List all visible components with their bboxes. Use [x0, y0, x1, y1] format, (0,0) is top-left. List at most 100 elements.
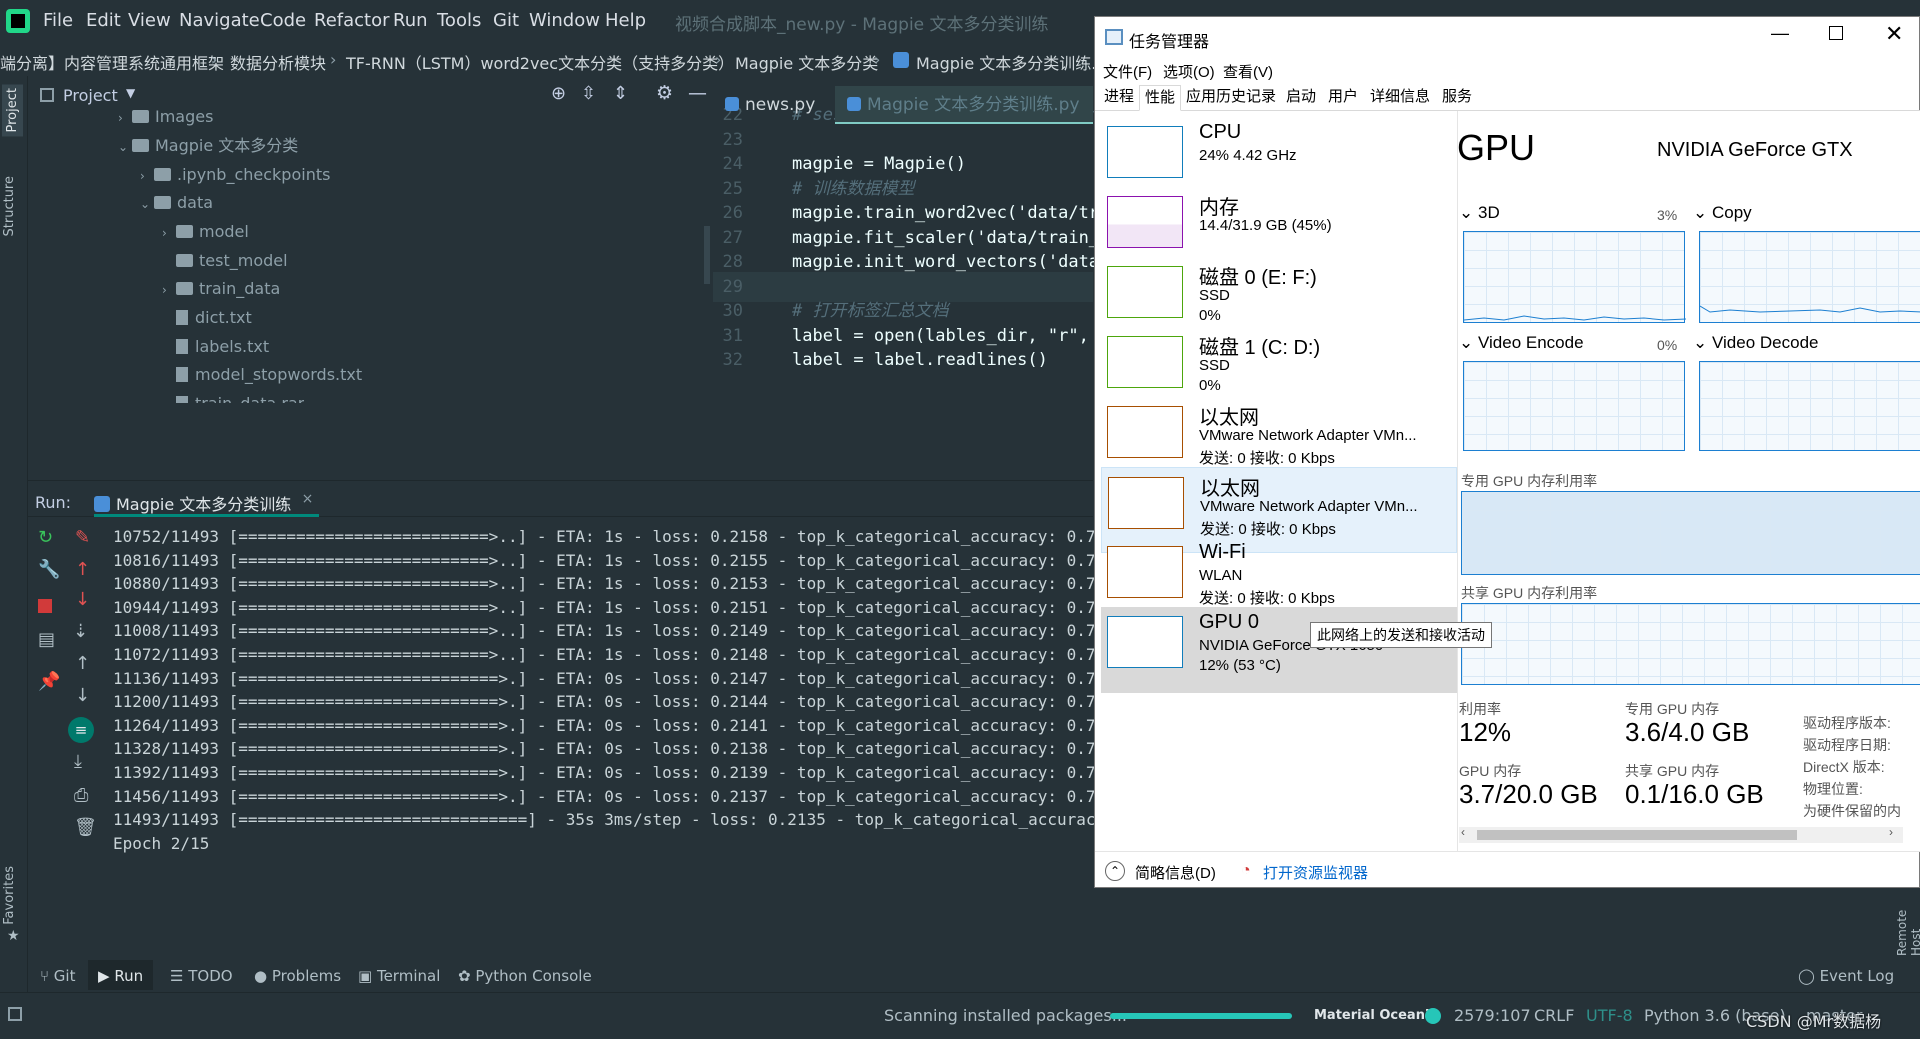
tree-item[interactable]: › train_data — [162, 274, 280, 304]
structure-tool-tab[interactable]: Structure — [2, 176, 17, 236]
project-view-selector[interactable]: Project — [63, 86, 118, 105]
engine-copy-label[interactable]: Copy — [1712, 203, 1752, 222]
todo-tool-button[interactable]: ☰ TODO — [170, 967, 233, 985]
chevron-down-icon[interactable]: ⌄ — [1459, 333, 1473, 352]
tab-magpie-train[interactable]: Magpie 文本多分类训练.py — [835, 86, 1093, 124]
tree-item[interactable]: dict.txt — [162, 303, 252, 333]
collapse-all-icon[interactable]: ⇕ — [613, 83, 628, 104]
sort-icon[interactable]: ⇣ — [73, 621, 88, 642]
menu-view[interactable]: 查看(V) — [1223, 61, 1273, 82]
scroll-end-icon[interactable]: ⤓ — [74, 751, 82, 772]
expand-all-icon[interactable]: ⇳ — [581, 83, 596, 104]
tree-item[interactable]: › .ipynb_checkpoints — [140, 160, 330, 190]
tab-services[interactable]: 服务 — [1437, 85, 1477, 111]
menu-window[interactable]: Window — [529, 10, 600, 31]
tree-item[interactable]: ⌄ data — [140, 188, 213, 218]
chevron-icon[interactable]: › — [140, 161, 154, 191]
menu-tools[interactable]: Tools — [437, 10, 481, 31]
layout-toggle-icon[interactable] — [8, 1007, 22, 1021]
tab-app-history[interactable]: 应用历史记录 — [1181, 85, 1281, 111]
taskmgr-titlebar[interactable]: 任务管理器 — ✕ — [1095, 17, 1920, 57]
engine-encode-label[interactable]: Video Encode — [1478, 333, 1584, 352]
terminal-tool-button[interactable]: ▣ Terminal — [358, 967, 440, 985]
breadcrumb-item[interactable]: 数据分析模块 — [230, 50, 326, 74]
problems-tool-button[interactable]: ● Problems — [254, 967, 341, 985]
engine-3d-label[interactable]: 3D — [1478, 203, 1500, 222]
tree-item[interactable]: ⌄ Magpie 文本多分类 — [118, 131, 298, 161]
menu-code[interactable]: Code — [260, 10, 306, 31]
chevron-icon[interactable]: ⌄ — [118, 132, 132, 162]
trash-icon[interactable]: 🗑 — [74, 817, 97, 838]
python-console-tool-button[interactable]: ✿ Python Console — [458, 967, 592, 985]
close-icon[interactable]: × — [302, 491, 314, 507]
menu-git[interactable]: Git — [493, 10, 519, 31]
minimize-button[interactable]: — — [1771, 23, 1789, 44]
resource-item[interactable]: GPU 0 NVIDIA GeForce GTX 1650 12% (53 °C) — [1101, 607, 1457, 693]
tab-users[interactable]: 用户 — [1323, 85, 1363, 111]
chevron-down-icon[interactable]: ▼ — [126, 86, 135, 100]
code-line[interactable]: 32 label = label.readlines() — [713, 345, 1093, 375]
menu-navigate[interactable]: Navigate — [179, 10, 260, 31]
favorites-tool-tab[interactable]: Favorites — [2, 866, 17, 925]
maximize-button[interactable] — [1829, 26, 1843, 40]
pin-icon[interactable]: 📌 — [38, 671, 60, 692]
tab-details[interactable]: 详细信息 — [1365, 85, 1435, 111]
chevron-up-icon[interactable]: ⌃ — [1105, 861, 1125, 881]
breadcrumb-item[interactable]: Magpie 文本多分类训练.py — [916, 50, 1116, 74]
menu-file[interactable]: 文件(F) — [1103, 61, 1152, 82]
open-resource-monitor-link[interactable]: 打开资源监视器 — [1263, 862, 1368, 883]
down-icon[interactable]: ↓ — [75, 685, 90, 706]
minimize-panel-icon[interactable]: — — [688, 82, 707, 104]
engine-decode-label[interactable]: Video Decode — [1712, 333, 1819, 352]
remote-host-tool-tab[interactable]: Remote Host — [1895, 884, 1920, 956]
menu-help[interactable]: Help — [605, 10, 646, 31]
tree-scrollbar[interactable] — [704, 226, 710, 284]
up-icon[interactable]: ↑ — [75, 653, 90, 674]
menu-options[interactable]: 选项(O) — [1163, 61, 1215, 82]
chevron-down-icon[interactable]: ⌄ — [1693, 203, 1707, 222]
caret-position[interactable]: 2579:107 — [1454, 1006, 1531, 1025]
chevron-down-icon[interactable]: ⌄ — [1693, 333, 1707, 352]
breadcrumb-item[interactable]: Magpie 文本多分类 — [735, 50, 878, 74]
menu-refactor[interactable]: Refactor — [314, 10, 390, 31]
wrench-icon[interactable]: 🔧 — [38, 559, 60, 580]
fewer-details-link[interactable]: 简略信息(D) — [1135, 862, 1216, 883]
menu-edit[interactable]: Edit — [86, 10, 121, 31]
tree-item[interactable]: model_stopwords.txt — [162, 360, 362, 390]
chevron-icon[interactable]: › — [162, 218, 176, 248]
stop-icon[interactable] — [38, 599, 52, 613]
print-icon[interactable]: ⎙ — [74, 785, 88, 806]
tree-item[interactable]: › Images — [118, 102, 213, 132]
arrow-up-icon[interactable]: ↑ — [75, 559, 90, 580]
locate-icon[interactable]: ⊕ — [551, 83, 566, 104]
project-tool-tab[interactable]: Project — [2, 84, 23, 137]
breadcrumb-item[interactable]: TF-RNN（LSTM）word2vec文本分类（支持多分类） — [346, 50, 734, 74]
code-body[interactable]: 22# session = InteractiveSession(2324mag… — [713, 105, 1109, 480]
tab-performance[interactable]: 性能 — [1139, 85, 1182, 111]
soft-wrap-icon[interactable]: ≡ — [68, 717, 94, 743]
file-encoding[interactable]: UTF-8 — [1586, 1006, 1633, 1025]
tree-item[interactable]: test_model — [162, 246, 288, 276]
chevron-down-icon[interactable]: ⌄ — [1459, 203, 1473, 222]
horizontal-scrollbar[interactable]: ‹ › — [1459, 825, 1903, 843]
line-separator[interactable]: CRLF — [1534, 1006, 1574, 1025]
tab-news-py[interactable]: news.py — [713, 86, 831, 124]
chevron-icon[interactable]: ⌄ — [140, 189, 154, 219]
menu-view[interactable]: View — [128, 10, 171, 31]
gear-icon[interactable]: ⚙ — [656, 82, 673, 104]
tab-startup[interactable]: 启动 — [1281, 85, 1321, 111]
tree-item[interactable]: › model — [162, 217, 249, 247]
tree-item[interactable]: train_data.rar — [162, 389, 304, 403]
chevron-icon[interactable]: › — [162, 275, 176, 305]
breadcrumb-item[interactable]: 端分离】内容管理系统通用框架 — [0, 50, 224, 74]
rerun-icon[interactable]: ↻ — [38, 527, 53, 548]
run-tool-button[interactable]: ▶ Run — [88, 960, 154, 990]
git-tool-button[interactable]: ⑂ Git — [40, 967, 75, 985]
menu-run[interactable]: Run — [393, 10, 428, 31]
tree-item[interactable]: labels.txt — [162, 332, 269, 362]
code-editor[interactable]: 22# session = InteractiveSession(2324mag… — [713, 76, 1109, 480]
edit-config-icon[interactable]: ✎ — [75, 527, 90, 548]
layout-icon[interactable]: ▤ — [38, 629, 55, 650]
tab-processes[interactable]: 进程 — [1099, 85, 1139, 111]
run-config-tab[interactable]: Magpie 文本多分类训练 × — [94, 491, 320, 517]
